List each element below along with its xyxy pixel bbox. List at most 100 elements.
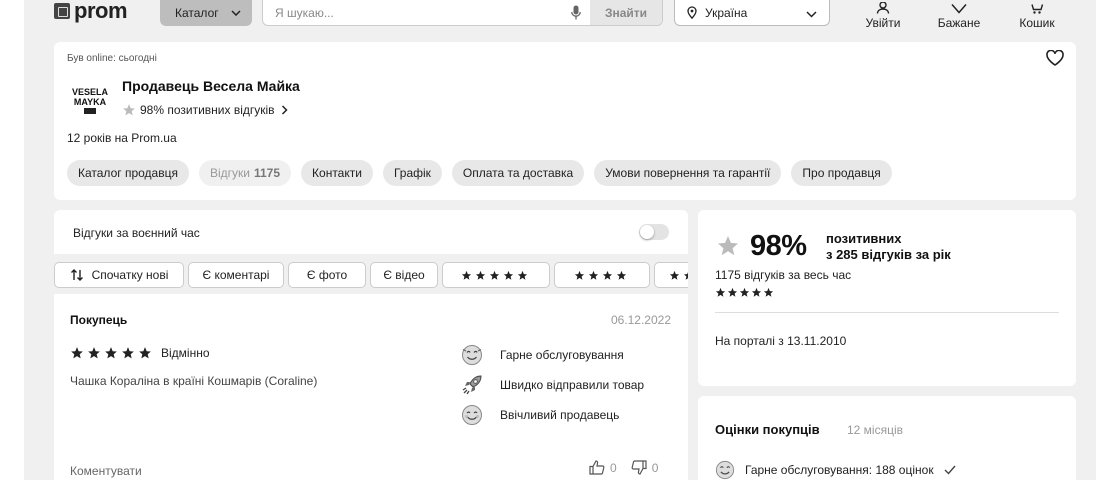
review-date: 06.12.2022	[610, 313, 671, 327]
filter-photo[interactable]: Є фото	[288, 262, 366, 288]
heart-icon	[951, 0, 967, 14]
positive-percentage: 98%	[750, 230, 807, 262]
smiling-face-icon	[460, 403, 484, 427]
review-rating-label: Відмінно	[161, 346, 210, 360]
cart-icon	[1030, 0, 1044, 14]
heart-eyes-emoji-icon	[715, 460, 735, 480]
review-tag-label: Швидко відправили товар	[500, 378, 645, 392]
divider	[715, 312, 1059, 313]
wartime-filter: Відгуки за воєнний час	[54, 210, 688, 254]
page-left-margin	[0, 0, 24, 480]
sort-label: Спочатку нові	[91, 268, 169, 282]
login-label: Увійти	[865, 16, 901, 30]
review-product-link[interactable]: Чашка Кораліна в країні Кошмарів (Corali…	[70, 374, 317, 388]
review-tag: Гарне обслуговування	[460, 340, 644, 370]
filter-comments[interactable]: Є коментарі	[188, 262, 284, 288]
tab-seller-catalog[interactable]: Каталог продавця	[67, 160, 189, 186]
sort-button[interactable]: Спочатку нові	[54, 262, 184, 288]
wartime-toggle[interactable]	[639, 224, 669, 240]
five-star-rating-icons	[461, 270, 531, 281]
tab-payment-delivery[interactable]: Оплата та доставка	[451, 160, 585, 186]
positive-reviews-info: позитивних з 285 відгуків за рік	[826, 231, 951, 263]
tab-schedule[interactable]: Графік	[382, 160, 442, 186]
star-icon	[716, 234, 740, 263]
portal-since: На порталі з 13.11.2010	[715, 334, 847, 348]
microphone-icon[interactable]	[562, 0, 590, 25]
seller-rating-link[interactable]: 98% позитивних відгуків	[122, 103, 288, 117]
search-bar: Знайти	[262, 0, 663, 26]
yearly-review-count: з 285 відгуків за рік	[826, 247, 951, 262]
review-tag-label: Гарне обслуговування	[500, 348, 624, 362]
checkmark-icon	[944, 465, 956, 475]
wishlist-label: Бажане	[937, 16, 981, 30]
like-button[interactable]: 0	[589, 460, 617, 475]
chevron-right-icon	[281, 105, 288, 115]
tab-about-seller[interactable]: Про продавця	[791, 160, 892, 186]
five-star-rating-icons	[70, 346, 155, 360]
review-tags: Гарне обслуговування Швидко відправили т…	[460, 340, 644, 430]
seller-avatar[interactable]: VESELA MAYKA	[66, 76, 114, 124]
comment-button[interactable]: Коментувати	[70, 464, 142, 478]
location-pin-icon	[687, 6, 697, 19]
review-author: Покупець	[70, 313, 128, 327]
buyer-rating-label: Гарне обслуговування: 188 оцінок	[745, 463, 934, 477]
tab-contacts[interactable]: Контакти	[301, 160, 373, 186]
tab-reviews[interactable]: Відгуки 1175	[198, 160, 292, 186]
prom-logo-icon	[54, 3, 70, 19]
dislike-button[interactable]: 0	[631, 460, 658, 475]
cart-label: Кошик	[1019, 16, 1055, 30]
review-tag: Швидко відправили товар	[460, 370, 644, 400]
logo-text: prom	[74, 0, 128, 23]
wartime-label: Відгуки за воєнний час	[73, 226, 200, 240]
svg-text:MAYKA: MAYKA	[74, 97, 107, 107]
seller-rating-text: 98% позитивних відгуків	[140, 103, 275, 117]
sort-icon	[70, 269, 84, 281]
filter-four-stars[interactable]	[554, 262, 650, 288]
filter-video[interactable]: Є відео	[370, 262, 438, 288]
cart-button[interactable]: Кошик	[1016, 0, 1058, 30]
seller-logo-image: VESELA MAYKA	[68, 85, 112, 115]
page-right-margin	[1096, 0, 1120, 480]
catalog-button[interactable]: Каталог	[160, 0, 252, 26]
thumbs-down-icon	[631, 460, 647, 475]
four-star-rating-icons	[574, 270, 630, 281]
seller-name[interactable]: Продавець Весела Майка	[122, 78, 300, 94]
star-icon	[122, 103, 136, 117]
heart-eyes-emoji-icon	[460, 343, 484, 367]
prom-logo[interactable]: prom	[54, 0, 128, 23]
total-reviews: 1175 відгуків за весь час	[715, 268, 852, 282]
seller-card: Був online: сьогодні VESELA MAYKA Продав…	[54, 42, 1076, 200]
search-input[interactable]	[263, 0, 562, 25]
review-tag: Ввічливий продавець	[460, 400, 644, 430]
review-card: Покупець 06.12.2022 Відмінно Чашка Корал…	[54, 294, 688, 480]
thumbs-up-icon	[589, 460, 605, 475]
tab-return-terms[interactable]: Умови повернення та гарантії	[594, 160, 782, 186]
buyer-ratings-period[interactable]: 12 місяців	[847, 423, 903, 437]
buyer-ratings-title: Оцінки покупців	[715, 422, 820, 437]
filter-three-stars[interactable]	[654, 262, 688, 288]
years-on-prom: 12 років на Prom.ua	[67, 131, 177, 145]
review-rating: Відмінно	[70, 346, 210, 360]
five-star-rating-icons	[715, 287, 777, 298]
search-button[interactable]: Знайти	[590, 0, 662, 25]
svg-text:VESELA: VESELA	[72, 87, 109, 97]
rocket-icon	[460, 373, 484, 397]
region-value: Україна	[705, 5, 748, 20]
favorite-seller-heart-icon[interactable]	[1046, 49, 1064, 71]
user-icon	[876, 0, 890, 14]
like-count: 0	[610, 460, 617, 475]
filter-five-stars[interactable]	[442, 262, 550, 288]
review-votes: 0 0	[589, 460, 672, 475]
login-button[interactable]: Увійти	[864, 0, 902, 30]
review-tag-label: Ввічливий продавець	[500, 408, 620, 422]
catalog-button-label: Каталог	[175, 6, 219, 20]
three-star-rating-icons	[669, 270, 688, 281]
reviews-panel: Відгуки за воєнний час Спочатку нові Є к…	[54, 210, 688, 480]
positive-label: позитивних	[826, 231, 902, 246]
region-select[interactable]: Україна	[674, 0, 830, 26]
chevron-down-icon	[806, 7, 817, 21]
wishlist-button[interactable]: Бажане	[936, 0, 982, 30]
tab-reviews-label: Відгуки	[209, 166, 250, 180]
review-filters: Спочатку нові Є коментарі Є фото Є відео	[54, 262, 688, 288]
seller-tabs: Каталог продавця Відгуки 1175 Контакти Гр…	[67, 160, 902, 186]
